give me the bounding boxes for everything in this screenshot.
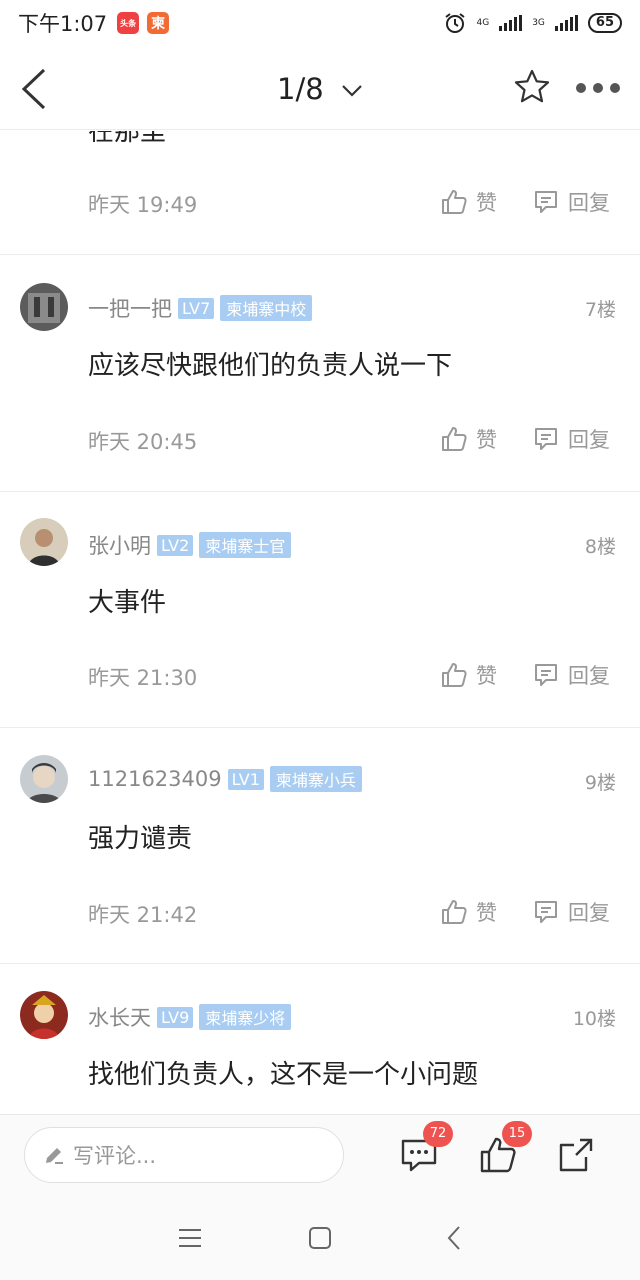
comment-item: 昨天 19:49 赞 回复 bbox=[0, 131, 640, 255]
comment-time: 昨天 20:45 bbox=[88, 430, 198, 454]
author-name[interactable]: 水长天 bbox=[88, 1002, 151, 1032]
comments-button[interactable]: 72 bbox=[399, 1121, 453, 1175]
like-button[interactable]: 赞 bbox=[440, 424, 497, 454]
comment-text: 应该尽快跟他们的负责人说一下 bbox=[88, 351, 453, 381]
comment-text: 找他们负责人，这不是一个小问题 bbox=[88, 1060, 479, 1090]
author-name[interactable]: 张小明 bbox=[88, 530, 151, 560]
like-label: 赞 bbox=[476, 191, 497, 215]
comment-time: 昨天 21:42 bbox=[88, 903, 198, 927]
reply-button[interactable]: 回复 bbox=[532, 897, 610, 927]
comment-time: 昨天 21:30 bbox=[88, 666, 198, 690]
avatar[interactable] bbox=[20, 518, 68, 566]
level-badge: LV1 bbox=[227, 768, 264, 790]
rank-badge: 柬埔寨中校 bbox=[220, 295, 313, 321]
comment-time: 昨天 19:49 bbox=[88, 193, 198, 217]
like-button[interactable]: 赞 bbox=[440, 897, 497, 927]
pencil-icon bbox=[46, 1148, 63, 1164]
signal-icon bbox=[554, 15, 578, 31]
author-row: 1121623409 LV1 柬埔寨小兵 bbox=[88, 766, 362, 792]
avatar[interactable] bbox=[20, 991, 68, 1039]
app-notification-icon: 柬 bbox=[147, 12, 170, 34]
floor-number: 10楼 bbox=[572, 1008, 616, 1030]
favorite-star-icon[interactable] bbox=[513, 68, 551, 106]
comment-text: 大事件 bbox=[88, 588, 167, 618]
like-button[interactable]: 赞 bbox=[440, 660, 497, 690]
author-row: 一把一把 LV7 柬埔寨中校 bbox=[88, 293, 313, 323]
home-icon[interactable] bbox=[306, 1224, 334, 1252]
signal-icon bbox=[499, 15, 523, 31]
page-indicator-label: 1/8 bbox=[277, 72, 324, 106]
floor-number: 7楼 bbox=[584, 299, 616, 321]
author-name[interactable]: 一把一把 bbox=[88, 293, 172, 323]
floor-number: 9楼 bbox=[584, 772, 616, 794]
comment-item: 一把一把 LV7 柬埔寨中校 7楼 应该尽快跟他们的负责人说一下 昨天 20:4… bbox=[0, 255, 640, 492]
share-button[interactable] bbox=[556, 1135, 596, 1175]
reply-icon bbox=[535, 664, 557, 686]
rank-badge: 柬埔寨士官 bbox=[199, 532, 292, 558]
share-icon bbox=[559, 1138, 593, 1172]
bottom-bar: 写评论... 72 15 bbox=[0, 1114, 640, 1196]
alarm-icon bbox=[444, 13, 465, 33]
comment-count-badge: 72 bbox=[423, 1121, 453, 1147]
reply-icon bbox=[535, 428, 557, 450]
toutiao-app-icon: 头条 bbox=[117, 12, 140, 34]
nav-bar: 1/8 bbox=[0, 46, 640, 130]
author-row: 水长天 LV9 柬埔寨少将 bbox=[88, 1002, 292, 1032]
level-badge: LV9 bbox=[157, 1006, 194, 1028]
comment-input[interactable]: 写评论... bbox=[24, 1127, 344, 1183]
rank-badge: 柬埔寨少将 bbox=[199, 1004, 292, 1030]
like-label: 赞 bbox=[476, 428, 497, 452]
status-bar: 下午1:07 头条 柬 4G 3G 65 bbox=[0, 0, 640, 46]
thumbs-up-icon bbox=[442, 190, 467, 214]
network-3g-label: 3G bbox=[532, 17, 545, 28]
like-post-button[interactable]: 15 bbox=[478, 1121, 532, 1175]
reply-button[interactable]: 回复 bbox=[532, 424, 610, 454]
thumbs-up-icon bbox=[442, 427, 467, 451]
like-label: 赞 bbox=[476, 664, 497, 688]
back-icon[interactable] bbox=[441, 1224, 469, 1252]
comment-input-placeholder: 写评论... bbox=[73, 1144, 157, 1168]
rank-badge: 柬埔寨小兵 bbox=[269, 766, 362, 792]
like-count-badge: 15 bbox=[502, 1121, 532, 1147]
comment-item: 张小明 LV2 柬埔寨士官 8楼 大事件 昨天 21:30 赞 回复 bbox=[0, 492, 640, 728]
level-badge: LV2 bbox=[157, 534, 194, 556]
reply-icon bbox=[535, 901, 557, 923]
more-options-icon[interactable] bbox=[576, 82, 620, 94]
level-badge: LV7 bbox=[178, 297, 215, 319]
like-label: 赞 bbox=[476, 901, 497, 925]
menu-icon[interactable] bbox=[176, 1224, 204, 1252]
reply-label: 回复 bbox=[568, 191, 610, 215]
reply-button[interactable]: 回复 bbox=[532, 660, 610, 690]
avatar[interactable] bbox=[20, 283, 68, 331]
floor-number: 8楼 bbox=[584, 536, 616, 558]
status-time: 下午1:07 bbox=[18, 12, 108, 36]
like-button[interactable]: 赞 bbox=[440, 187, 497, 217]
thumbs-up-icon bbox=[442, 900, 467, 924]
author-name[interactable]: 1121623409 bbox=[88, 767, 222, 791]
reply-button[interactable]: 回复 bbox=[532, 187, 610, 217]
comment-text: 强力谴责 bbox=[88, 824, 193, 854]
thumbs-up-icon bbox=[442, 663, 467, 687]
comment-list: 在那里 昨天 19:49 赞 回复 一把一把 LV7 柬埔寨中校 7楼 应该尽快… bbox=[0, 131, 640, 1114]
reply-icon bbox=[535, 191, 557, 213]
comment-item: 水长天 LV9 柬埔寨少将 10楼 找他们负责人，这不是一个小问题 bbox=[0, 964, 640, 1114]
author-row: 张小明 LV2 柬埔寨士官 bbox=[88, 530, 292, 560]
comment-item: 1121623409 LV1 柬埔寨小兵 9楼 强力谴责 昨天 21:42 赞 … bbox=[0, 728, 640, 964]
reply-label: 回复 bbox=[568, 901, 610, 925]
chevron-down-icon bbox=[342, 85, 362, 97]
battery-indicator: 65 bbox=[587, 13, 622, 33]
reply-label: 回复 bbox=[568, 664, 610, 688]
network-4g-label: 4G bbox=[476, 17, 490, 28]
reply-label: 回复 bbox=[568, 428, 610, 452]
avatar[interactable] bbox=[20, 755, 68, 803]
system-nav-bar bbox=[0, 1196, 640, 1280]
